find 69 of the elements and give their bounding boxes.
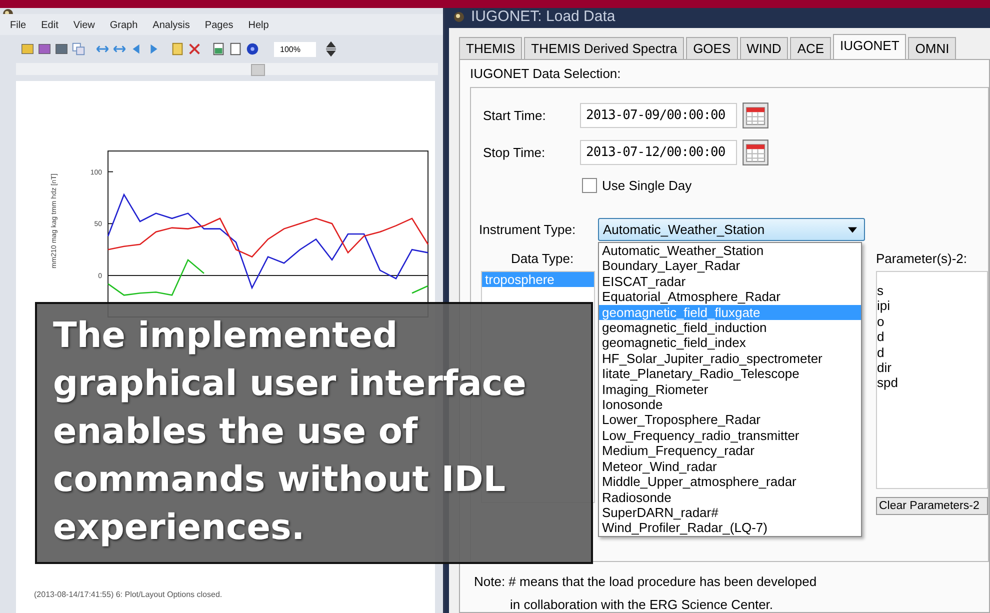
calendar-icon[interactable] — [742, 139, 769, 166]
dropdown-option[interactable]: Radiosonde — [599, 490, 861, 505]
menu-item[interactable]: File — [10, 20, 26, 31]
tab[interactable]: ACE — [790, 37, 832, 59]
dropdown-option[interactable]: Imaging_Riometer — [599, 382, 861, 398]
note-text: in collaboration with the ERG Science Center. — [510, 597, 774, 612]
checkbox[interactable] — [582, 178, 597, 193]
dropdown-option[interactable]: Medium_Frequency_radar — [599, 443, 861, 459]
menu-item[interactable]: Analysis — [152, 20, 190, 31]
dropdown-option[interactable]: Lower_Troposphere_Radar — [599, 412, 861, 428]
list-item[interactable]: dir — [877, 361, 987, 376]
copy-icon[interactable] — [71, 41, 86, 57]
start-time-field[interactable]: 2013-07-09/00:00:00 — [580, 103, 737, 128]
scrollbar[interactable] — [16, 63, 438, 75]
dropdown-option[interactable]: EISCAT_radar — [599, 274, 861, 290]
tab[interactable]: IUGONET — [833, 34, 906, 59]
app-icon — [453, 10, 465, 22]
list-item[interactable]: d — [877, 330, 987, 345]
list-item[interactable]: ipi — [877, 299, 987, 314]
page-icon[interactable] — [211, 41, 226, 57]
dropdown-option[interactable]: Low_Frequency_radio_transmitter — [599, 428, 861, 444]
list-label: Parameter(s)-2: — [876, 251, 968, 266]
dropdown-option[interactable]: geomagnetic_field_index — [599, 335, 861, 351]
list-item[interactable]: o — [877, 314, 987, 330]
menu-item[interactable]: View — [73, 20, 95, 31]
dropdown-option[interactable]: Boundary_Layer_Radar — [599, 258, 861, 274]
instrument-dropdown[interactable]: Automatic_Weather_Station — [598, 218, 865, 241]
status-text: (2013-08-14/17:41:55) 6: Plot/Layout Options closed. — [16, 586, 435, 613]
tab[interactable]: WIND — [740, 37, 788, 59]
clear-button[interactable]: Clear Parameters-2 — [876, 497, 988, 515]
document-icon[interactable] — [170, 41, 185, 57]
dropdown-option[interactable]: Automatic_Weather_Station — [599, 243, 861, 258]
menu-item[interactable]: Help — [248, 20, 269, 31]
tab[interactable]: THEMIS — [459, 37, 522, 59]
zoom-field[interactable]: 100% — [274, 42, 316, 56]
field-label: Stop Time: — [483, 145, 546, 160]
dropdown-option[interactable]: Meteor_Wind_radar — [599, 458, 861, 474]
note-text: Note: # means that the load procedure has been developed — [474, 574, 818, 589]
dropdown-option[interactable]: Middle_Upper_atmosphere_radar — [599, 474, 861, 490]
dropdown-option[interactable]: HF_Solar_Jupiter_radio_spectrometer — [599, 350, 861, 366]
list-label: Data Type: — [511, 251, 575, 266]
help-icon[interactable] — [245, 41, 260, 57]
caret-icon — [848, 226, 857, 232]
stop-time-field[interactable]: 2013-07-12/00:00:00 — [580, 140, 737, 165]
menu-item[interactable]: Pages — [204, 20, 234, 31]
tab[interactable]: GOES — [686, 37, 738, 59]
dropdown-option[interactable]: Wind_Profiler_Radar_(LQ-7) — [599, 520, 861, 536]
section-label: IUGONET Data Selection: — [470, 66, 622, 81]
tab[interactable]: THEMIS Derived Spectra — [524, 37, 684, 59]
calendar-icon[interactable] — [742, 102, 769, 129]
menu-item[interactable]: Graph — [110, 20, 138, 31]
list-item[interactable]: s — [877, 284, 987, 298]
list-item[interactable]: spd — [877, 376, 987, 391]
dropdown-option[interactable]: Equatorial_Atmosphere_Radar — [599, 289, 861, 305]
list-item[interactable]: d — [877, 346, 987, 360]
dropdown-option[interactable]: Iitate_Planetary_Radio_Telescope — [599, 366, 861, 382]
menu-item[interactable]: Edit — [41, 20, 58, 31]
spinner-icon[interactable] — [326, 41, 336, 57]
window-title: IUGONET: Load Data — [471, 8, 616, 25]
dropdown-option[interactable]: Ionosonde — [599, 397, 861, 412]
dropdown-option[interactable]: SuperDARN_radar# — [599, 504, 861, 520]
delete-icon[interactable] — [187, 41, 202, 57]
checkbox-label: Use Single Day — [602, 178, 692, 193]
blank-page-icon[interactable] — [228, 41, 243, 57]
field-label: Start Time: — [483, 108, 547, 123]
caption-text: The implemented graphical user interface enables the use of commands without IDL experiences. — [53, 315, 528, 550]
tab[interactable]: OMNI — [908, 37, 956, 59]
dropdown-option[interactable]: geomagnetic_field_induction — [599, 320, 861, 336]
field-label: Instrument Type: — [479, 222, 577, 237]
